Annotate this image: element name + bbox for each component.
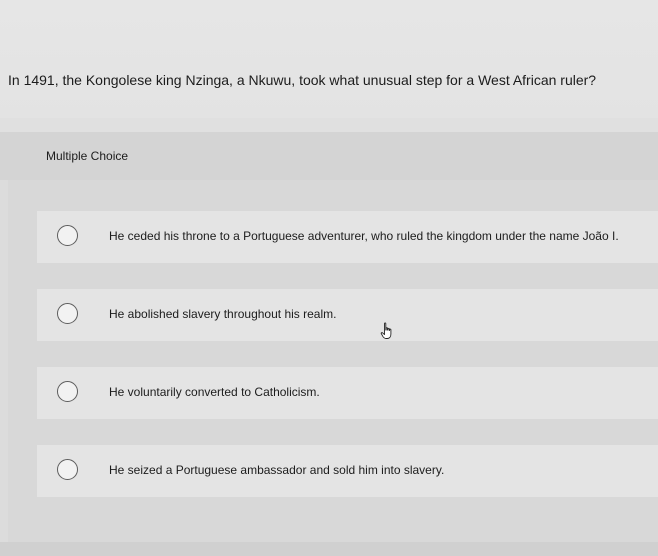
option-3[interactable]: He voluntarily converted to Catholicism. — [37, 367, 658, 419]
multiple-choice-label: Multiple Choice — [46, 149, 129, 163]
option-2[interactable]: He abolished slavery throughout his real… — [37, 289, 658, 341]
radio-button-icon[interactable] — [57, 225, 78, 246]
option-4[interactable]: He seized a Portuguese ambassador and so… — [37, 445, 658, 497]
radio-button-icon[interactable] — [57, 381, 78, 402]
option-label: He ceded his throne to a Portuguese adve… — [109, 229, 619, 243]
question-area: In 1491, the Kongolese king Nzinga, a Nk… — [0, 0, 658, 118]
option-1[interactable]: He ceded his throne to a Portuguese adve… — [37, 211, 658, 263]
hand-pointer-icon — [380, 322, 392, 339]
radio-button-icon[interactable] — [57, 303, 78, 324]
bottom-band — [0, 542, 658, 556]
divider-band — [0, 118, 658, 132]
option-label: He abolished slavery throughout his real… — [109, 307, 337, 321]
option-label: He voluntarily converted to Catholicism. — [109, 385, 320, 399]
option-label: He seized a Portuguese ambassador and so… — [109, 463, 445, 477]
radio-button-icon[interactable] — [57, 459, 78, 480]
question-text: In 1491, the Kongolese king Nzinga, a Nk… — [8, 72, 597, 88]
